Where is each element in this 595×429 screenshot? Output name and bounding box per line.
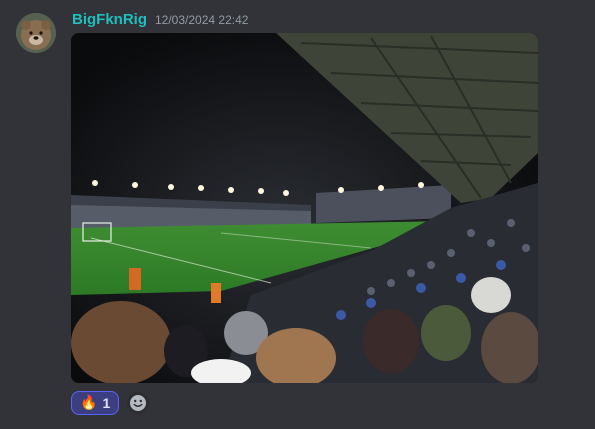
timestamp: 12/03/2024 22:42: [155, 13, 249, 27]
add-reaction-button[interactable]: [127, 392, 150, 414]
chat-message: BigFknRig 12/03/2024 22:42 🔥 1: [0, 0, 595, 429]
reactions-bar: 🔥 1: [71, 391, 150, 415]
bear-avatar-icon: [16, 13, 56, 53]
reaction-count: 1: [102, 395, 111, 411]
username[interactable]: BigFknRig: [72, 11, 147, 28]
image-attachment[interactable]: [71, 33, 538, 383]
smiley-add-reaction-icon: [130, 395, 147, 411]
message-header: BigFknRig 12/03/2024 22:42: [72, 11, 248, 31]
reaction-fire[interactable]: 🔥 1: [71, 391, 120, 415]
stadium-photo-icon: [71, 33, 538, 383]
fire-icon: 🔥: [80, 395, 98, 411]
avatar[interactable]: [16, 13, 56, 53]
